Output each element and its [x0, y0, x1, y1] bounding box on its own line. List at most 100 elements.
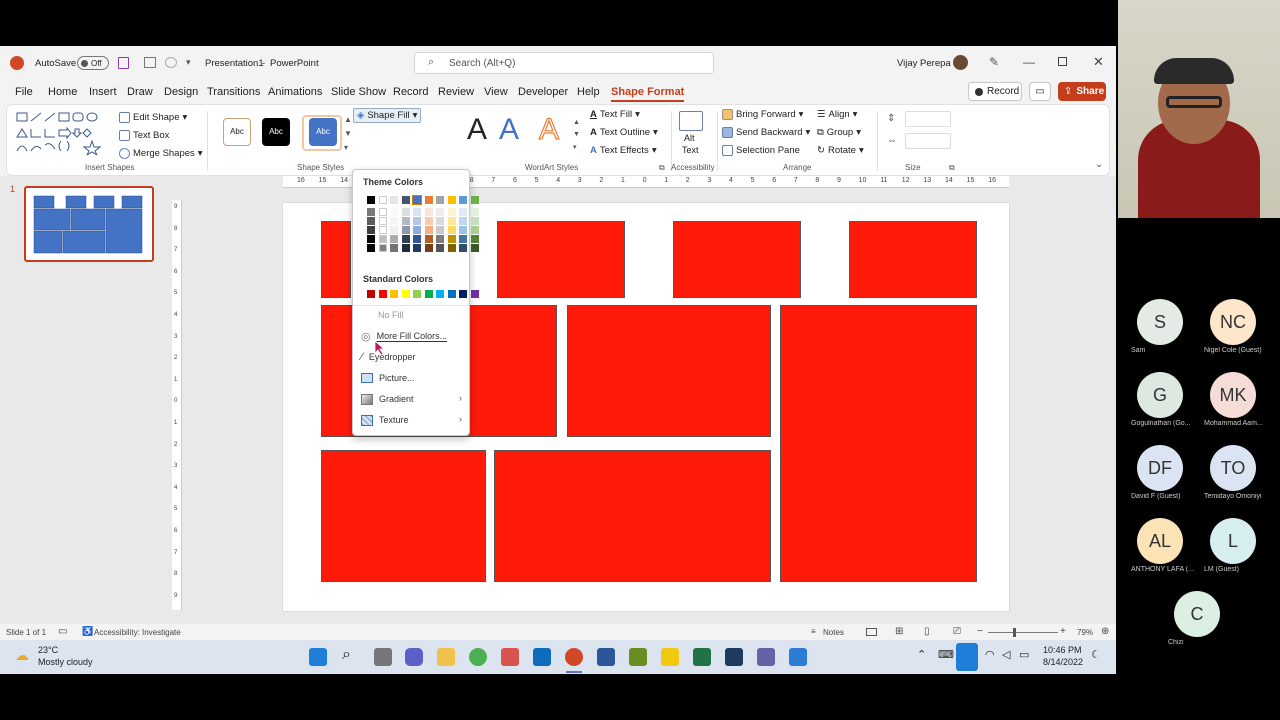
- weather-icon[interactable]: ☁: [15, 647, 29, 664]
- theme-color-swatch[interactable]: [413, 235, 421, 243]
- theme-color-swatch[interactable]: [401, 244, 410, 252]
- pen-icon[interactable]: ✎: [989, 55, 999, 69]
- app-icon[interactable]: [629, 648, 647, 666]
- theme-color-swatch[interactable]: [390, 235, 398, 243]
- participant-avatar[interactable]: AL: [1137, 518, 1183, 564]
- save-icon[interactable]: [118, 57, 129, 69]
- slideshow-icon[interactable]: ⎚: [953, 626, 961, 637]
- theme-color-swatch[interactable]: [378, 217, 387, 225]
- theme-color-swatch[interactable]: [367, 226, 375, 234]
- slide-shape[interactable]: [321, 450, 486, 582]
- fit-slide-icon[interactable]: ⊕: [1101, 626, 1109, 637]
- volume-icon[interactable]: ◁: [1002, 648, 1010, 661]
- gallery-more-icon[interactable]: ▾: [344, 143, 348, 152]
- participant-avatar[interactable]: NC: [1210, 299, 1256, 345]
- slide-shape[interactable]: [780, 305, 977, 582]
- selection-pane-button[interactable]: Selection Pane: [722, 145, 800, 156]
- text-box-button[interactable]: Text Box: [119, 130, 169, 141]
- theme-color-swatch[interactable]: [390, 244, 398, 252]
- wordart-gallery-more-icon[interactable]: ▾: [573, 143, 577, 151]
- wordart-style-3[interactable]: A: [538, 112, 559, 147]
- slide-shape[interactable]: [497, 221, 625, 298]
- text-fill-button[interactable]: A Text Fill ▾: [590, 109, 640, 120]
- keyboard-icon[interactable]: ⌨: [938, 648, 954, 661]
- slide-thumbnail[interactable]: [24, 186, 154, 262]
- tab-shape-format[interactable]: Shape Format: [611, 86, 685, 102]
- theme-color-swatch[interactable]: [470, 208, 479, 216]
- gradient-option[interactable]: Gradient: [361, 390, 467, 408]
- alt-text-label-1[interactable]: Alt: [684, 133, 695, 143]
- theme-color-swatch[interactable]: [424, 196, 433, 204]
- theme-color-swatch[interactable]: [378, 226, 387, 234]
- theme-color-swatch[interactable]: [413, 208, 421, 216]
- theme-color-swatch[interactable]: [436, 244, 444, 252]
- weather-description[interactable]: Mostly cloudy: [38, 657, 93, 667]
- standard-color-swatch[interactable]: [367, 290, 375, 298]
- outlook-icon[interactable]: [533, 648, 551, 666]
- participant-avatar[interactable]: TO: [1210, 445, 1256, 491]
- app-icon[interactable]: [501, 648, 519, 666]
- theme-color-swatch[interactable]: [436, 235, 444, 243]
- user-avatar[interactable]: [953, 55, 968, 70]
- tab-developer[interactable]: Developer: [518, 86, 568, 98]
- theme-color-swatch[interactable]: [413, 226, 421, 234]
- standard-color-swatch[interactable]: [459, 290, 467, 298]
- temperature[interactable]: 23°C: [38, 645, 58, 655]
- theme-color-swatch[interactable]: [459, 244, 467, 252]
- gallery-up-icon[interactable]: ▲: [344, 115, 352, 124]
- slide-shape[interactable]: [567, 305, 771, 437]
- theme-color-swatch[interactable]: [447, 217, 456, 225]
- power-bi-icon[interactable]: [661, 648, 679, 666]
- tab-draw[interactable]: Draw: [127, 86, 153, 98]
- tab-design[interactable]: Design: [164, 86, 198, 98]
- participant-avatar[interactable]: S: [1137, 299, 1183, 345]
- theme-color-swatch[interactable]: [401, 235, 410, 243]
- standard-color-swatch[interactable]: [470, 290, 479, 298]
- notifications-icon[interactable]: ☾: [1091, 648, 1101, 661]
- participant-avatar[interactable]: MK: [1210, 372, 1256, 418]
- theme-color-swatch[interactable]: [459, 196, 467, 204]
- theme-color-swatch[interactable]: [470, 235, 479, 243]
- edit-shape-button[interactable]: Edit Shape ▾: [119, 112, 187, 123]
- no-fill-option[interactable]: No Fill: [361, 306, 467, 324]
- microphone-icon[interactable]: [956, 643, 978, 671]
- tab-record[interactable]: Record: [393, 86, 428, 98]
- clock-time[interactable]: 10:46 PM: [1043, 645, 1082, 655]
- clock-date[interactable]: 8/14/2022: [1043, 657, 1083, 667]
- theme-color-swatch[interactable]: [470, 196, 479, 204]
- accessibility-status[interactable]: Accessibility: Investigate: [94, 628, 181, 637]
- theme-color-swatch[interactable]: [378, 196, 387, 204]
- theme-color-swatch[interactable]: [470, 217, 479, 225]
- group-button[interactable]: ⧉ Group ▾: [817, 127, 861, 138]
- accessibility-icon[interactable]: ♿: [82, 626, 93, 637]
- chrome-icon[interactable]: [469, 648, 487, 666]
- shape-fill-button[interactable]: ◈ Shape Fill ▾: [353, 108, 422, 123]
- windows-start-icon[interactable]: [309, 648, 327, 666]
- spelling-icon[interactable]: ▭: [58, 626, 67, 637]
- theme-color-swatch[interactable]: [447, 226, 456, 234]
- align-button[interactable]: ☰ Align ▾: [817, 109, 857, 120]
- texture-option[interactable]: Texture: [361, 411, 467, 429]
- theme-color-swatch[interactable]: [390, 208, 398, 216]
- file-explorer-icon[interactable]: [437, 648, 455, 666]
- theme-color-swatch[interactable]: [424, 226, 433, 234]
- autosave-toggle[interactable]: Off: [77, 56, 109, 70]
- theme-color-swatch[interactable]: [459, 217, 467, 225]
- zoom-slider[interactable]: [988, 632, 1058, 633]
- theme-color-swatch[interactable]: [367, 235, 375, 243]
- theme-color-swatch[interactable]: [424, 208, 433, 216]
- theme-color-swatch[interactable]: [413, 244, 421, 252]
- theme-color-swatch[interactable]: [367, 208, 375, 216]
- bring-forward-button[interactable]: Bring Forward ▾: [722, 109, 803, 120]
- notes-icon[interactable]: ≡: [811, 627, 816, 636]
- slide-shape[interactable]: [494, 450, 771, 582]
- theme-color-swatch[interactable]: [424, 244, 433, 252]
- slide-shape[interactable]: [321, 221, 351, 298]
- close-icon[interactable]: ✕: [1093, 54, 1104, 70]
- theme-color-swatch[interactable]: [447, 235, 456, 243]
- send-backward-button[interactable]: Send Backward ▾: [722, 127, 810, 138]
- wordart-gallery-up-icon[interactable]: ▲: [573, 119, 580, 126]
- tab-transitions[interactable]: Transitions: [207, 86, 260, 98]
- text-outline-button[interactable]: A Text Outline ▾: [590, 127, 658, 138]
- standard-color-swatch[interactable]: [424, 290, 433, 298]
